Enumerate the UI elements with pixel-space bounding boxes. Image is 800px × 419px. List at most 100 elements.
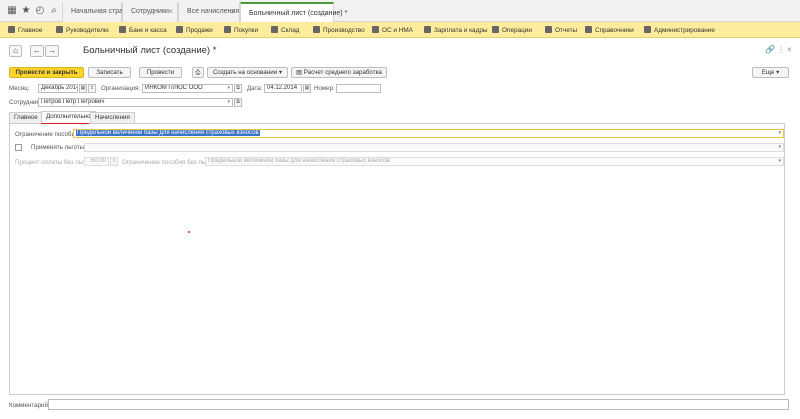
section-purchases[interactable]: Покупки bbox=[224, 25, 258, 36]
more-vertical-icon[interactable]: ⋮ bbox=[777, 45, 785, 54]
printer-icon: ⎙ bbox=[195, 69, 201, 76]
percent-field[interactable]: 60,00 bbox=[84, 157, 109, 166]
save-button[interactable]: Записать bbox=[88, 67, 131, 78]
create-on-basis-button[interactable]: Создать на основании ▾ bbox=[207, 67, 288, 78]
chevron-down-icon[interactable]: ▾ bbox=[227, 85, 230, 92]
section-sales[interactable]: Продажи bbox=[176, 25, 213, 36]
month-label: Месяц: bbox=[9, 85, 30, 92]
assets-icon bbox=[372, 26, 379, 33]
date-calendar-button[interactable]: ▦ bbox=[303, 84, 311, 93]
section-label: Покупки bbox=[234, 27, 259, 34]
section-references[interactable]: Справочники bbox=[585, 25, 634, 36]
date-field[interactable]: 04.12.2014 bbox=[264, 84, 302, 93]
section-label: Продажи bbox=[186, 27, 213, 34]
close-icon[interactable]: × bbox=[168, 7, 173, 16]
section-bank[interactable]: Банк и касса bbox=[119, 25, 167, 36]
more-button[interactable]: Еще ▾ bbox=[752, 67, 789, 78]
grid-menu-icon[interactable]: ▦ bbox=[6, 5, 18, 17]
tab-sick-leave[interactable]: Больничный лист (создание) * × bbox=[240, 2, 347, 22]
tab-all-accruals[interactable]: Все начисления × bbox=[178, 2, 240, 22]
chevron-down-icon: ▾ bbox=[278, 69, 283, 76]
organization-field[interactable]: ИНКОМ ПЛЮС ООО ▾ bbox=[142, 84, 233, 93]
employee-value: Петров Петр Петрович bbox=[41, 99, 105, 105]
section-label: Производство bbox=[323, 27, 365, 34]
tab-main[interactable]: Главное bbox=[9, 112, 43, 123]
menu-icon bbox=[8, 26, 15, 33]
factory-icon bbox=[313, 26, 320, 33]
create-on-basis-label: Создать на основании bbox=[212, 69, 278, 76]
calendar-button[interactable]: ▦ bbox=[79, 84, 87, 93]
home-button[interactable]: ⌂ bbox=[9, 45, 22, 57]
search-icon[interactable]: ⌕ bbox=[48, 5, 60, 17]
section-label: Зарплата и кадры bbox=[434, 27, 488, 34]
tab-employees[interactable]: Сотрудники × bbox=[122, 2, 178, 22]
section-label: Склад bbox=[281, 27, 300, 34]
number-label: Номер: bbox=[314, 85, 335, 92]
open-icon: ⧉ bbox=[236, 99, 240, 105]
benefits-checkbox[interactable] bbox=[15, 144, 22, 151]
section-label: Отчеты bbox=[555, 27, 578, 34]
employee-open-button[interactable]: ⧉ bbox=[234, 98, 242, 107]
section-label: Администрирование bbox=[654, 27, 715, 34]
benefits-label: Применять льготы bbox=[31, 144, 85, 151]
section-admin[interactable]: Администрирование bbox=[644, 25, 715, 36]
section-operations[interactable]: Операции bbox=[492, 25, 532, 36]
close-icon[interactable]: × bbox=[324, 9, 329, 18]
tab-home[interactable]: Начальная страница bbox=[62, 2, 139, 22]
comment-label: Комментарий: bbox=[9, 402, 50, 409]
section-main[interactable]: Главное bbox=[8, 25, 42, 36]
tab-label: Больничный лист (создание) * bbox=[249, 10, 348, 17]
section-warehouse[interactable]: Склад bbox=[271, 25, 300, 36]
section-salary[interactable]: Зарплата и кадры bbox=[424, 25, 487, 36]
print-button[interactable]: ⎙ bbox=[192, 67, 204, 78]
organization-label: Организация: bbox=[101, 85, 141, 92]
comment-field[interactable] bbox=[48, 399, 789, 410]
limit-no-benefit-value: Предельной величиной базы для начисления… bbox=[208, 158, 390, 164]
month-field[interactable]: Декабрь 2014 bbox=[38, 84, 78, 93]
cart-icon bbox=[176, 26, 183, 33]
percent-stepper[interactable]: ⇕ bbox=[110, 157, 118, 166]
chevron-down-icon: ▾ bbox=[778, 158, 781, 164]
date-label: Дата: bbox=[247, 85, 263, 92]
history-icon[interactable]: ◴ bbox=[34, 5, 46, 17]
calculator-icon: ▤ bbox=[296, 69, 302, 76]
limit-field[interactable]: Предельной величиной базы для начисления… bbox=[73, 129, 784, 138]
chevron-down-icon: ▾ bbox=[776, 69, 780, 76]
link-icon[interactable]: 🔗 bbox=[765, 45, 775, 54]
more-label: Еще bbox=[761, 69, 775, 76]
section-reports[interactable]: Отчеты bbox=[545, 25, 577, 36]
avg-earnings-button[interactable]: ▤ Расчет среднего заработка bbox=[291, 67, 387, 78]
book-icon bbox=[585, 26, 592, 33]
limit-value: Предельной величиной базы для начисления… bbox=[76, 130, 260, 136]
star-icon[interactable]: ★ bbox=[20, 5, 32, 17]
arrow-left-icon: ← bbox=[33, 46, 41, 55]
section-manager[interactable]: Руководителю bbox=[56, 25, 109, 36]
number-field[interactable] bbox=[336, 84, 381, 93]
section-assets[interactable]: ОС и НМА bbox=[372, 25, 413, 36]
chevron-down-icon[interactable]: ▾ bbox=[778, 130, 781, 137]
section-production[interactable]: Производство bbox=[313, 25, 365, 36]
tab-accruals[interactable]: Начисления bbox=[90, 112, 135, 123]
chevron-down-icon[interactable]: ▾ bbox=[227, 99, 230, 106]
home-icon: ⌂ bbox=[13, 46, 18, 55]
open-icon: ⧉ bbox=[236, 85, 240, 91]
organization-open-button[interactable]: ⧉ bbox=[234, 84, 242, 93]
post-button[interactable]: Провести bbox=[139, 67, 182, 78]
report-icon bbox=[545, 26, 552, 33]
tab-additional[interactable]: Дополнительно bbox=[41, 111, 96, 123]
close-icon[interactable]: × bbox=[787, 45, 792, 54]
back-button[interactable]: ← bbox=[30, 45, 44, 57]
section-label: ОС и НМА bbox=[382, 27, 413, 34]
top-bar: ▦ ★ ◴ ⌕ Начальная страница Сотрудники × … bbox=[0, 0, 800, 22]
employee-field[interactable]: Петров Петр Петрович ▾ bbox=[38, 98, 233, 107]
month-stepper[interactable]: ⇕ bbox=[88, 84, 96, 93]
close-icon[interactable]: × bbox=[230, 7, 235, 16]
forward-button[interactable]: → bbox=[45, 45, 59, 57]
limit-no-benefit-field[interactable]: Предельной величиной базы для начисления… bbox=[205, 157, 784, 166]
people-icon bbox=[424, 26, 431, 33]
post-and-close-button[interactable]: Провести и закрыть bbox=[9, 67, 84, 78]
section-label: Руководителю bbox=[66, 27, 109, 34]
section-label: Операции bbox=[502, 27, 532, 34]
benefits-field[interactable]: ▾ bbox=[84, 143, 784, 152]
section-label: Банк и касса bbox=[129, 27, 167, 34]
